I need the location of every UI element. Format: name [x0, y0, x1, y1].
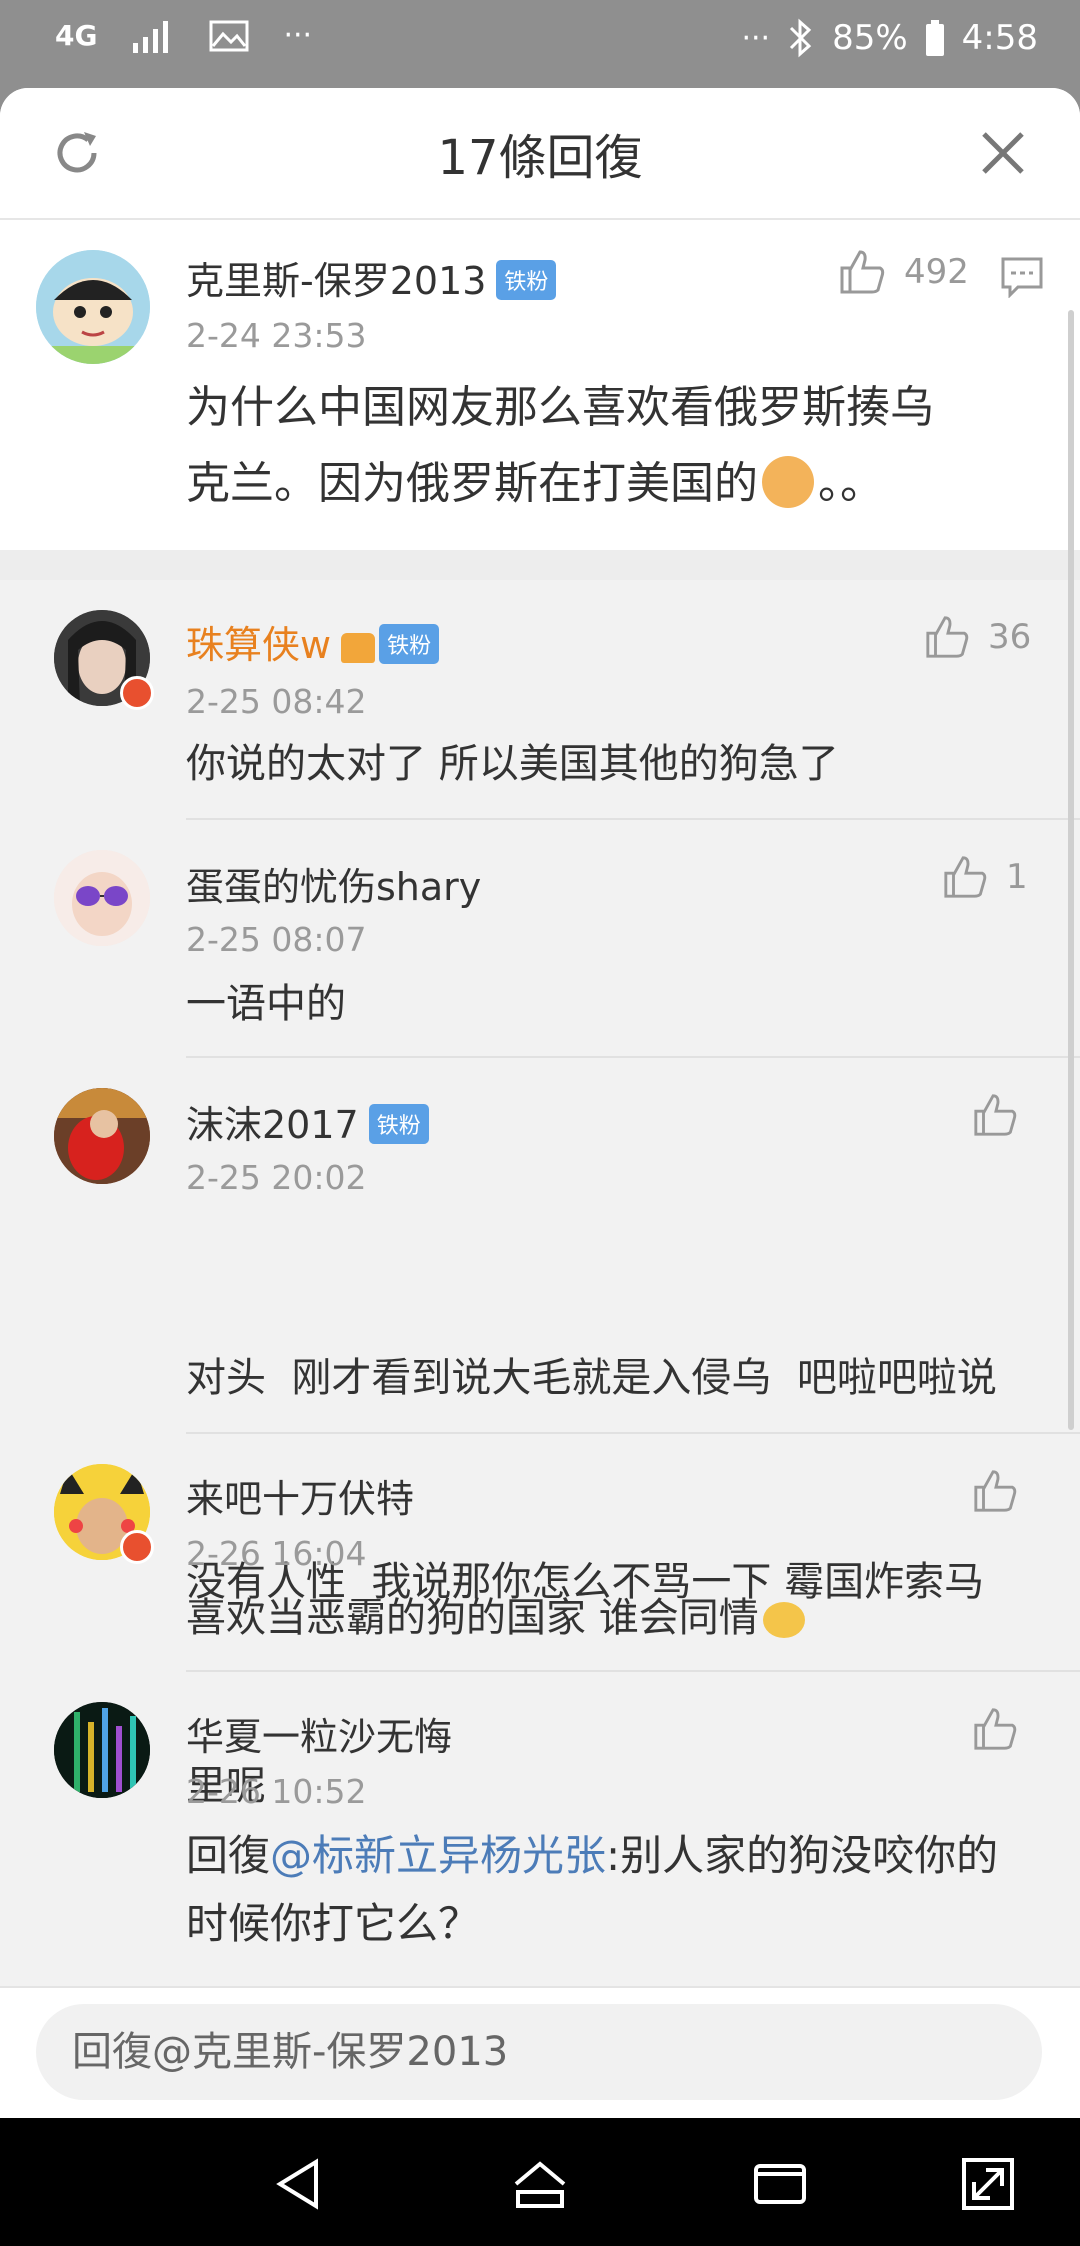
fan-badge: 铁粉 [379, 623, 440, 664]
reply-author[interactable]: 蛋蛋的忧伤shary [186, 856, 481, 911]
reply-input-bar: 回復@克里斯-保罗2013 [0, 1986, 1080, 2118]
comment-date: 2-24 23:53 [186, 316, 367, 355]
fan-badge: 铁粉 [368, 1103, 429, 1144]
like-button[interactable] [972, 1468, 1018, 1514]
thumbs-up-icon [944, 856, 987, 898]
like-button[interactable] [972, 1092, 1018, 1138]
reply-author[interactable]: 来吧十万伏特 [186, 1468, 414, 1523]
thumbs-up-icon [974, 1470, 1017, 1512]
reply-text: 喜欢当恶霸的狗的国家 谁会同情 [186, 1584, 805, 1652]
sheet-header: 17條回復 [0, 88, 1080, 220]
reply-author[interactable]: 沫沫2017 铁粉 [186, 1094, 429, 1149]
like-button[interactable]: 36 [924, 614, 1031, 660]
verified-icon [120, 1530, 154, 1564]
section-divider [0, 550, 1080, 580]
thumbs-up-icon [974, 1708, 1017, 1750]
clock: 4:58 [961, 18, 1038, 58]
list-item: 华夏一粒沙无悔 2-26 10:52 回復@标新立异杨光张:别人家的狗没咬你的 … [0, 1672, 1080, 1982]
reply-text: 一语中的 [186, 981, 346, 1027]
expand-icon[interactable] [956, 2152, 1020, 2216]
reply-text: 你说的太对了 所以美国其他的狗急了 [186, 741, 839, 787]
main-comment: 克里斯-保罗2013 铁粉 2-24 23:53 492 为什么中国网友那么喜欢看… [0, 220, 1080, 550]
recents-icon[interactable] [748, 2152, 812, 2216]
dog-emoji-icon [762, 456, 814, 508]
comment-author[interactable]: 克里斯-保罗2013 铁粉 [186, 250, 557, 305]
like-count: 36 [988, 617, 1032, 657]
status-bar: 4G ··· ··· 85% 4:58 [0, 0, 1080, 88]
mention-link[interactable]: @标新立异杨光张 [270, 1831, 606, 1880]
like-button[interactable]: 1 [942, 854, 1028, 900]
thumbs-up-icon [840, 250, 885, 294]
list-item: 来吧十万伏特 2-26 16:04 喜欢当恶霸的狗的国家 谁会同情 [0, 1434, 1080, 1672]
image-icon [209, 20, 249, 51]
avatar[interactable] [36, 250, 150, 364]
reply-date: 2-25 20:02 [186, 1158, 367, 1197]
status-more-right: ··· [741, 20, 771, 56]
reply-date: 2-26 10:52 [186, 1772, 367, 1811]
signal-icon [133, 20, 169, 53]
battery-percent: 85% [832, 18, 908, 58]
list-item: 珠算侠w 铁粉 2-25 08:42 36 你说的太对了 所以美国其他的狗急了 [0, 580, 1080, 820]
bluetooth-icon [790, 18, 812, 58]
reply-author[interactable]: 华夏一粒沙无悔 [186, 1706, 452, 1761]
status-more-left: ··· [283, 18, 313, 53]
close-icon[interactable] [978, 128, 1028, 178]
reply-date: 2-26 16:04 [186, 1534, 367, 1573]
shrug-emoji-icon [762, 1602, 805, 1638]
reply-input[interactable]: 回復@克里斯-保罗2013 [36, 2004, 1042, 2100]
comment-icon[interactable] [1000, 256, 1044, 298]
battery-icon [925, 20, 944, 56]
back-icon[interactable] [268, 2152, 332, 2216]
avatar[interactable] [54, 1702, 150, 1798]
like-button[interactable]: 492 [838, 248, 969, 296]
reply-list: 珠算侠w 铁粉 2-25 08:42 36 你说的太对了 所以美国其他的狗急了 蛋… [0, 580, 1080, 2075]
avatar[interactable] [54, 850, 150, 946]
like-count: 492 [904, 252, 969, 292]
network-4g-icon: 4G [55, 19, 98, 52]
fan-badge: 铁粉 [496, 259, 557, 300]
reply-date: 2-25 08:07 [186, 920, 367, 959]
verified-icon [120, 676, 154, 710]
comment-text: 为什么中国网友那么喜欢看俄罗斯揍乌 克兰。因为俄罗斯在打美国的。。 [186, 382, 934, 509]
reply-text: 回復@标新立异杨光张:别人家的狗没咬你的 时候你打它么？ [186, 1831, 999, 1948]
replies-sheet: 17條回復 克里斯-保罗2013 铁粉 2-24 23:53 492 为什么中国网… [0, 88, 1080, 2118]
avatar[interactable] [54, 1088, 150, 1184]
scrollbar[interactable] [1068, 310, 1074, 1430]
like-button[interactable] [972, 1706, 1018, 1752]
thumbs-up-icon [926, 616, 969, 658]
page-title: 17條回復 [437, 130, 643, 186]
system-nav-bar [0, 2118, 1080, 2246]
home-icon[interactable] [508, 2152, 572, 2216]
thumbs-up-icon [974, 1094, 1017, 1136]
like-count: 1 [1006, 857, 1028, 897]
list-item: 沫沫2017 铁粉 2-25 20:02 对头 刚才看到说大毛就是入侵乌 吧啦吧啦… [0, 1058, 1080, 1809]
reply-date: 2-25 08:42 [186, 682, 367, 721]
reply-author[interactable]: 珠算侠w 铁粉 [186, 614, 440, 669]
list-item: 蛋蛋的忧伤shary 2-25 08:07 1 一语中的 [0, 820, 1080, 1058]
crown-icon [341, 632, 376, 663]
